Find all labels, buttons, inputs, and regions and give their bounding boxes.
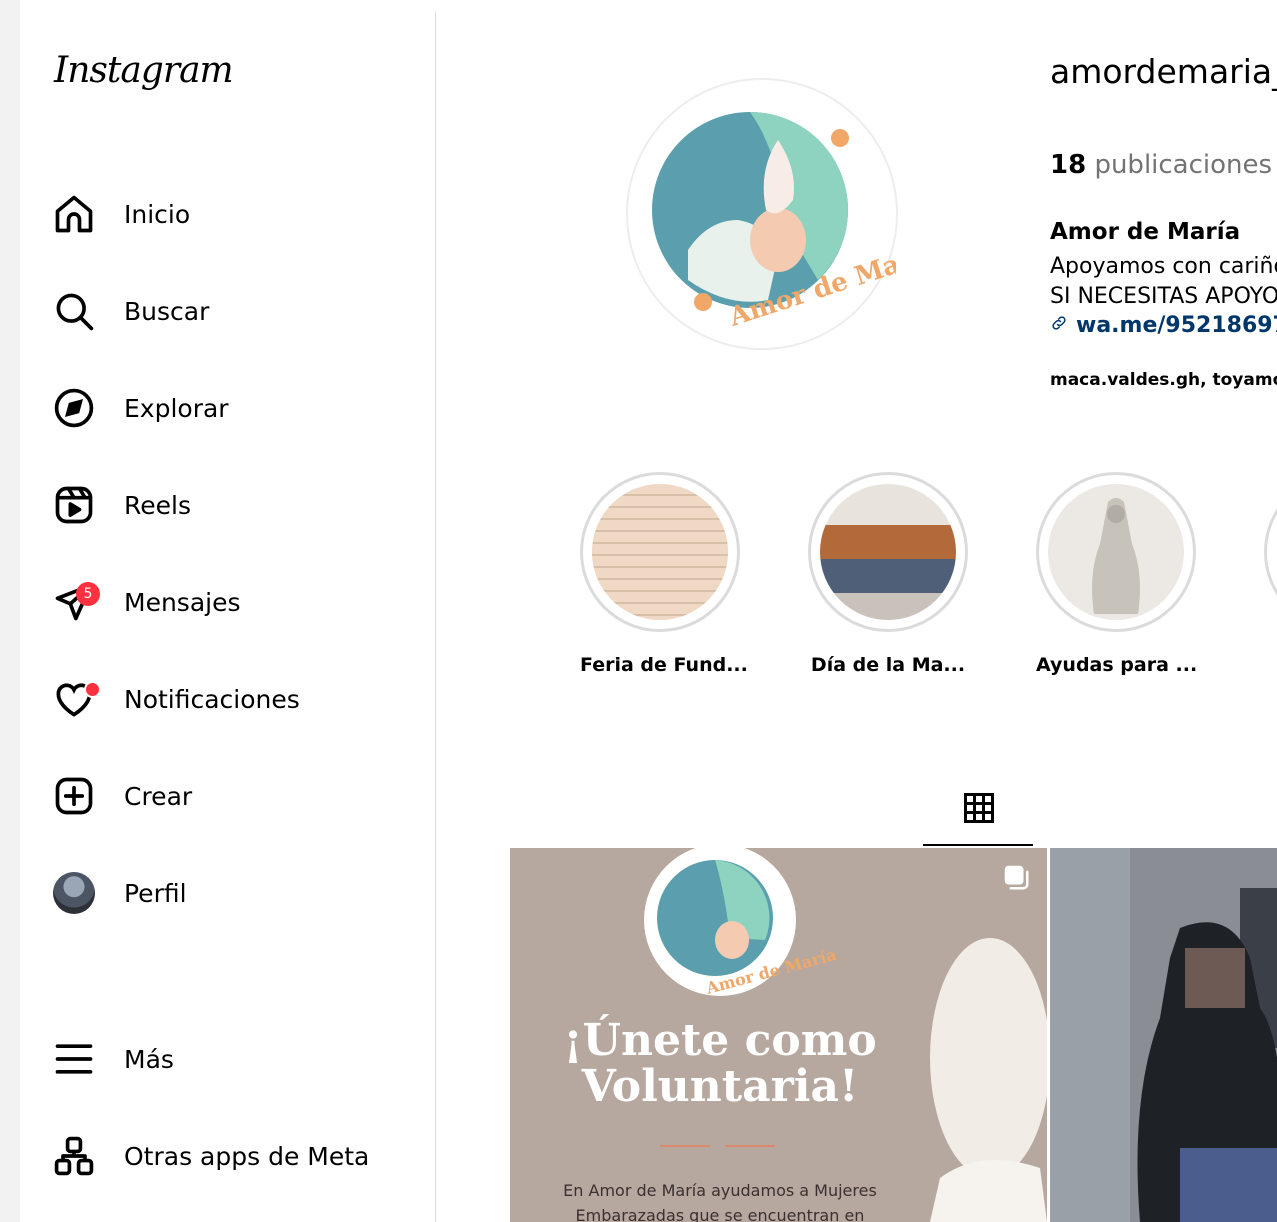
nav-crear[interactable]: Crear bbox=[50, 766, 420, 826]
highlight-ring bbox=[1264, 472, 1277, 632]
post-title-line: Voluntaria! bbox=[581, 1061, 859, 1112]
link-icon bbox=[1050, 313, 1068, 338]
post-tile[interactable]: Amor de María ¡Únete como Voluntaria! En… bbox=[510, 848, 1047, 1222]
profile-full-name: Amor de María bbox=[1050, 219, 1241, 245]
notification-dot bbox=[84, 681, 101, 698]
highlight-ring bbox=[808, 472, 968, 632]
profile-main: Amor de María amordemaria_a 18 publicaci… bbox=[436, 0, 1277, 1222]
highlight-item[interactable]: Día de la Ma... bbox=[808, 472, 968, 676]
highlight-thumbnail bbox=[1048, 484, 1184, 620]
post-title: ¡Únete como Voluntaria! bbox=[510, 1018, 930, 1110]
nav-otras-apps[interactable]: Otras apps de Meta bbox=[50, 1126, 420, 1186]
compass-icon bbox=[50, 384, 98, 432]
window-edge bbox=[0, 0, 20, 1222]
nav-inicio[interactable]: Inicio bbox=[50, 184, 420, 244]
posts-count[interactable]: 18 publicaciones bbox=[1050, 150, 1272, 180]
post-body-line: Embarazadas que se encuentran en bbox=[575, 1206, 865, 1222]
nav-label: Reels bbox=[124, 490, 191, 520]
nav-label: Notificaciones bbox=[124, 684, 300, 714]
bio-link-text: wa.me/952186979 bbox=[1076, 313, 1277, 338]
amor-de-maria-logo-image: Amor de María bbox=[638, 90, 942, 338]
nav-buscar[interactable]: Buscar bbox=[50, 281, 420, 341]
statue-image bbox=[1092, 498, 1140, 614]
plus-square-icon bbox=[50, 772, 98, 820]
highlight-item[interactable]: Feria de Fund... bbox=[580, 472, 748, 676]
nav-explorar[interactable]: Explorar bbox=[50, 378, 420, 438]
grid-icon bbox=[961, 790, 997, 830]
meta-apps-icon bbox=[50, 1132, 98, 1180]
nav-perfil[interactable]: Perfil bbox=[50, 863, 420, 923]
nav-label: Perfil bbox=[124, 878, 187, 908]
highlight-item[interactable] bbox=[1264, 472, 1277, 632]
highlight-ring bbox=[580, 472, 740, 632]
post-tile[interactable] bbox=[1050, 848, 1277, 1222]
highlight-thumbnail bbox=[592, 484, 728, 620]
posts-count-number: 18 bbox=[1050, 150, 1087, 180]
carousel-icon bbox=[1001, 862, 1031, 896]
highlight-item[interactable]: Ayudas para ... bbox=[1036, 472, 1198, 676]
nav-label: Explorar bbox=[124, 393, 229, 423]
avatar bbox=[53, 872, 95, 914]
post-body-line: En Amor de María ayudamos a Mujeres bbox=[563, 1181, 877, 1200]
menu-icon bbox=[50, 1035, 98, 1083]
post-photo bbox=[1050, 848, 1277, 1222]
nav-label: Otras apps de Meta bbox=[124, 1141, 370, 1171]
nav-mas[interactable]: Más bbox=[50, 1029, 420, 1089]
highlight-label: Feria de Fund... bbox=[580, 654, 748, 676]
message-count-badge: 5 bbox=[76, 582, 100, 606]
nav-label: Buscar bbox=[124, 296, 210, 326]
bio-line-2: SI NECESITAS APOYO, bbox=[1050, 284, 1277, 309]
tab-grid[interactable] bbox=[923, 782, 1033, 846]
nav-label: Crear bbox=[124, 781, 193, 811]
profile-picture[interactable]: Amor de María bbox=[626, 78, 942, 350]
posts-count-label: publicaciones bbox=[1094, 150, 1273, 180]
nav-label: Más bbox=[124, 1044, 174, 1074]
reels-icon bbox=[50, 481, 98, 529]
highlight-thumbnail bbox=[820, 484, 956, 620]
search-icon bbox=[50, 287, 98, 335]
nav-label: Inicio bbox=[124, 199, 191, 229]
profile-username: amordemaria_a bbox=[1050, 52, 1277, 91]
bio-line-1: Apoyamos con cariño bbox=[1050, 254, 1277, 279]
nav-notificaciones[interactable]: Notificaciones bbox=[50, 669, 420, 729]
bio-link[interactable]: wa.me/952186979 bbox=[1050, 313, 1277, 338]
heart-icon bbox=[50, 675, 101, 723]
messenger-icon: 5 bbox=[50, 578, 100, 626]
sidebar: Instagram Inicio Buscar Explorar Reels 5… bbox=[20, 12, 436, 1222]
nav-reels[interactable]: Reels bbox=[50, 475, 420, 535]
nav-label: Mensajes bbox=[124, 587, 241, 617]
highlight-label: Día de la Ma... bbox=[810, 654, 966, 676]
followed-by[interactable]: maca.valdes.gh, toyamo bbox=[1050, 370, 1277, 390]
post-title-line: ¡Únete como bbox=[563, 1015, 877, 1066]
instagram-logo[interactable]: Instagram bbox=[54, 50, 234, 91]
nav-mensajes[interactable]: 5 Mensajes bbox=[50, 572, 420, 632]
avatar-icon bbox=[50, 869, 98, 917]
post-body: En Amor de María ayudamos a Mujeres Emba… bbox=[520, 1178, 920, 1222]
tab-active-indicator bbox=[923, 844, 1033, 846]
home-icon bbox=[50, 190, 98, 238]
highlight-ring bbox=[1036, 472, 1196, 632]
highlight-label: Ayudas para ... bbox=[1036, 654, 1198, 676]
